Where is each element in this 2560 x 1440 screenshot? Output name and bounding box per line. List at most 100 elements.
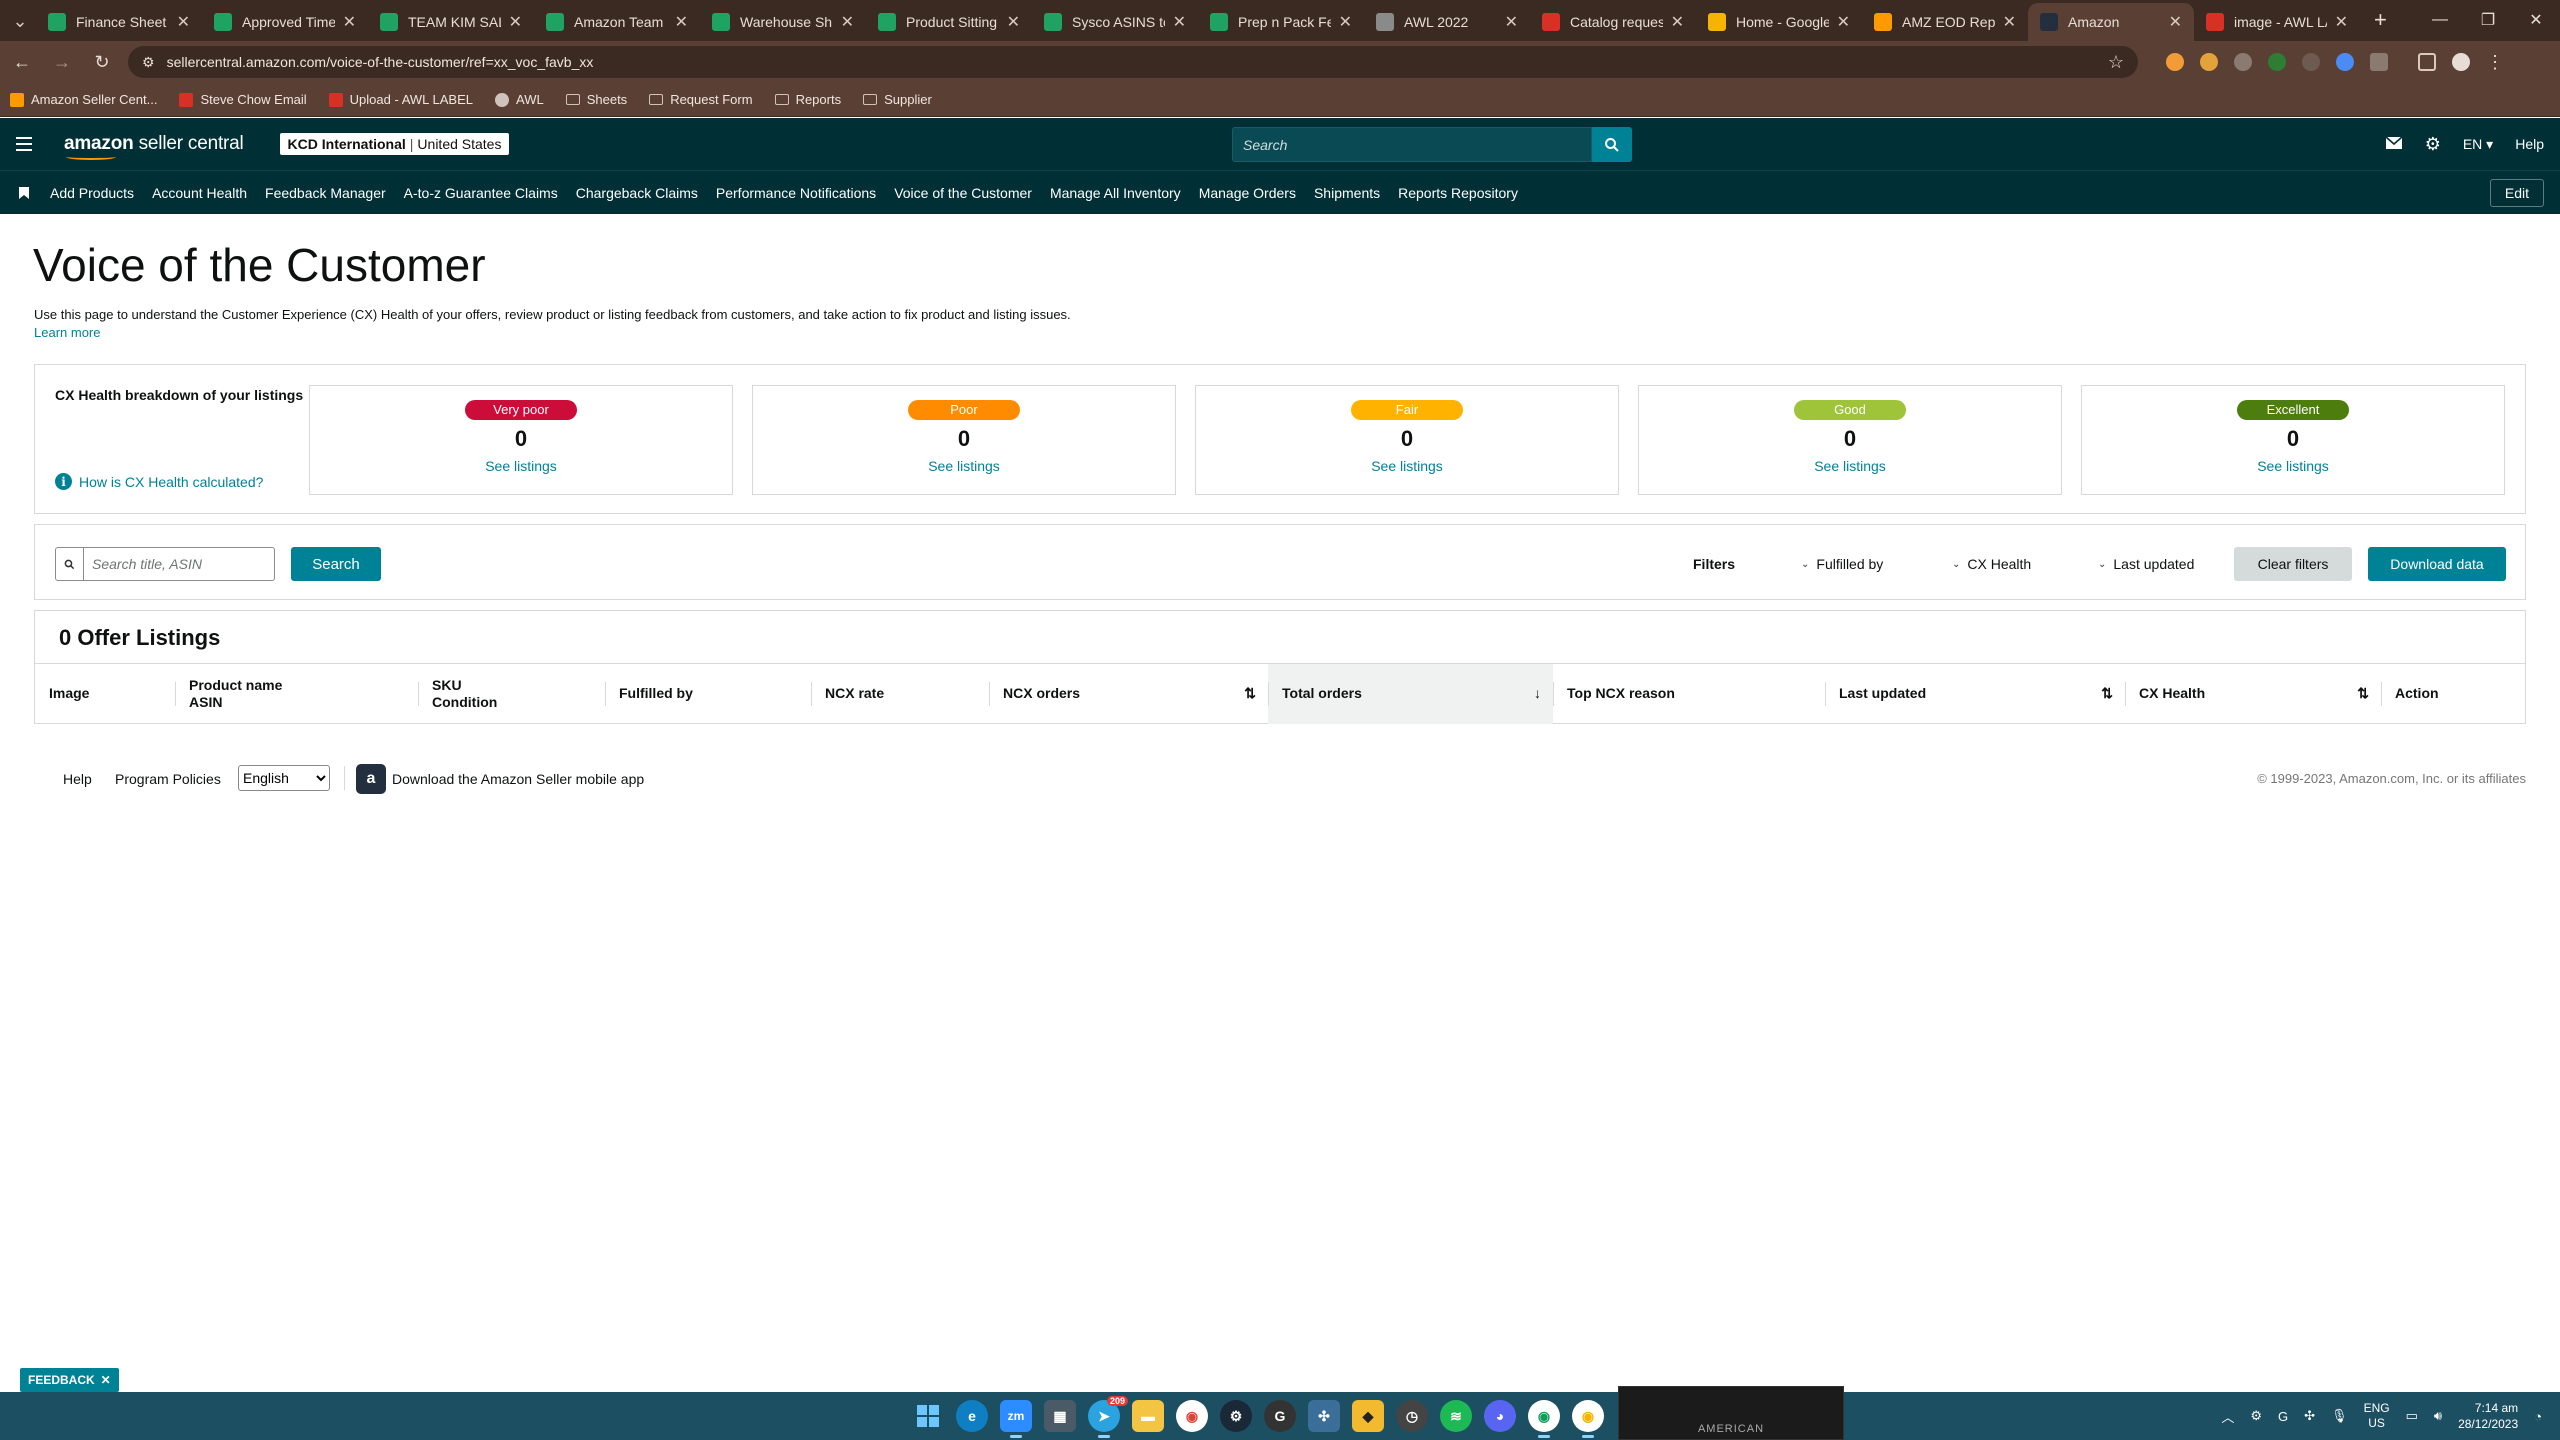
discord-icon[interactable]: ◕ xyxy=(1484,1400,1516,1432)
amazon-seller-central-logo[interactable]: amazon seller central xyxy=(64,133,244,160)
more-menu-icon[interactable]: ⋮ xyxy=(2486,52,2504,73)
close-tab-icon[interactable]: ✕ xyxy=(675,12,688,32)
download-data-button[interactable]: Download data xyxy=(2368,547,2506,581)
mail-icon[interactable] xyxy=(2385,135,2403,153)
close-window-icon[interactable]: ✕ xyxy=(2512,0,2560,40)
bookmark-item[interactable]: Amazon Seller Cent... xyxy=(10,92,157,107)
browser-tab[interactable]: Approved Time Sl ✕ xyxy=(202,3,368,41)
telegram-icon[interactable]: ➤ 209 xyxy=(1088,1396,1128,1438)
browser-tab[interactable]: Amazon ✕ xyxy=(2028,3,2194,41)
close-tab-icon[interactable]: ✕ xyxy=(2003,12,2016,32)
store-switcher[interactable]: KCD International | United States xyxy=(279,133,510,155)
nav-link[interactable]: Manage All Inventory xyxy=(1050,185,1181,201)
column-header[interactable]: CX Health ⇅ xyxy=(2125,664,2381,724)
close-tab-icon[interactable]: ✕ xyxy=(343,12,356,32)
edit-nav-button[interactable]: Edit xyxy=(2489,179,2544,207)
close-tab-icon[interactable]: ✕ xyxy=(1007,12,1020,32)
close-tab-icon[interactable]: ✕ xyxy=(1837,12,1850,32)
sort-icon[interactable]: ⇅ xyxy=(2357,685,2369,702)
close-tab-icon[interactable]: ✕ xyxy=(1173,12,1186,32)
nav-link[interactable]: Shipments xyxy=(1314,185,1380,201)
browser-tab[interactable]: Prep n Pack Fees ✕ xyxy=(1198,3,1364,41)
edge-icon[interactable]: e xyxy=(956,1400,988,1432)
footer-language-select[interactable]: English xyxy=(238,765,330,791)
browser-tab[interactable]: AMZ EOD Report ✕ xyxy=(1862,3,2028,41)
nav-link[interactable]: Performance Notifications xyxy=(716,185,876,201)
steam-icon[interactable]: ⚙ xyxy=(1220,1400,1252,1432)
see-listings-link[interactable]: See listings xyxy=(1639,458,2061,474)
close-tab-icon[interactable]: ✕ xyxy=(2335,12,2348,32)
reload-icon[interactable]: ↻ xyxy=(84,44,120,80)
forward-icon[interactable]: → xyxy=(44,44,80,80)
search-button[interactable]: Search xyxy=(291,547,381,581)
feedback-button[interactable]: FEEDBACK ✕ xyxy=(20,1368,119,1392)
back-icon[interactable]: ← xyxy=(4,44,40,80)
site-info-icon[interactable]: ⚙ xyxy=(142,54,155,71)
tray-app-icon[interactable]: G xyxy=(2278,1409,2288,1424)
nav-link[interactable]: Account Health xyxy=(152,185,247,201)
clock[interactable]: 7:14 am 28/12/2023 xyxy=(2458,1400,2518,1432)
bookmark-star-icon[interactable]: ☆ xyxy=(2108,52,2124,73)
nav-link[interactable]: Voice of the Customer xyxy=(894,185,1032,201)
file-explorer-icon[interactable]: ▬ xyxy=(1132,1400,1164,1432)
network-icon[interactable]: ▭ xyxy=(2406,1408,2418,1424)
profile-icon[interactable] xyxy=(2452,53,2470,71)
browser-tab[interactable]: Warehouse Shipp ✕ xyxy=(700,3,866,41)
extension-icon[interactable] xyxy=(2336,53,2354,71)
restore-icon[interactable]: ❐ xyxy=(2464,0,2512,40)
input-language[interactable]: ENG US xyxy=(2364,1401,2390,1431)
nav-link[interactable]: Chargeback Claims xyxy=(576,185,698,201)
search-icon[interactable] xyxy=(1592,127,1632,162)
sort-icon[interactable]: ⇅ xyxy=(1244,685,1256,702)
bookmark-item[interactable]: Steve Chow Email xyxy=(179,92,307,107)
browser-tab[interactable]: Catalog request ✕ xyxy=(1530,3,1696,41)
close-tab-icon[interactable]: ✕ xyxy=(177,12,190,32)
language-selector[interactable]: EN ▾ xyxy=(2463,136,2493,153)
listing-search-input[interactable] xyxy=(84,548,274,580)
hamburger-menu-icon[interactable] xyxy=(0,137,48,151)
zoom-icon[interactable]: zm xyxy=(1000,1400,1032,1438)
tab-search-icon[interactable]: ⌄ xyxy=(4,5,36,37)
chevron-up-icon[interactable]: ︿ xyxy=(2221,1407,2234,1426)
bookmark-item[interactable]: Sheets xyxy=(565,92,627,107)
see-listings-link[interactable]: See listings xyxy=(1196,458,1618,474)
see-listings-link[interactable]: See listings xyxy=(2082,458,2504,474)
side-panel-icon[interactable] xyxy=(2418,53,2436,71)
close-tab-icon[interactable]: ✕ xyxy=(1505,12,1518,32)
clear-filters-button[interactable]: Clear filters xyxy=(2234,547,2352,581)
extension-icon[interactable] xyxy=(2268,53,2286,71)
last-updated-dropdown[interactable]: ⌄ Last updated xyxy=(2098,556,2194,572)
browser-tab[interactable]: Amazon Team On ✕ xyxy=(534,3,700,41)
puzzle-icon[interactable] xyxy=(2370,53,2388,71)
fulfilled-by-dropdown[interactable]: ⌄ Fulfilled by xyxy=(1801,556,1883,572)
address-bar[interactable]: ⚙ sellercentral.amazon.com/voice-of-the-… xyxy=(128,46,2138,78)
column-header[interactable]: NCX orders ⇅ xyxy=(989,664,1268,724)
binance-icon[interactable]: ◆ xyxy=(1352,1400,1384,1432)
footer-help-link[interactable]: Help xyxy=(63,771,92,787)
bookmark-item[interactable]: Request Form xyxy=(649,92,753,107)
app-icon[interactable]: ✣ xyxy=(1308,1400,1340,1432)
column-header[interactable]: Last updated ⇅ xyxy=(1825,664,2125,724)
bookmark-item[interactable]: Supplier xyxy=(863,92,932,107)
see-listings-link[interactable]: See listings xyxy=(310,458,732,474)
nav-link[interactable]: Add Products xyxy=(50,185,134,201)
spotify-icon[interactable]: ≋ xyxy=(1440,1400,1472,1432)
bookmark-item[interactable]: AWL xyxy=(495,92,544,107)
minimize-icon[interactable]: — xyxy=(2416,0,2464,40)
cx-health-dropdown[interactable]: ⌄ CX Health xyxy=(1952,556,2031,572)
browser-tab[interactable]: Product Sitting fo ✕ xyxy=(866,3,1032,41)
clock-app-icon[interactable]: ◷ xyxy=(1396,1400,1428,1432)
close-icon[interactable]: ✕ xyxy=(101,1373,111,1387)
windows-start-icon[interactable] xyxy=(912,1400,944,1432)
header-search-input[interactable] xyxy=(1232,127,1592,162)
help-link[interactable]: Help xyxy=(2515,136,2544,152)
nav-link[interactable]: Manage Orders xyxy=(1199,185,1296,201)
bookmark-item[interactable]: Upload - AWL LABEL xyxy=(328,92,473,107)
extension-icon[interactable] xyxy=(2200,53,2218,71)
browser-tab[interactable]: image - AWL LAB ✕ xyxy=(2194,3,2360,41)
nav-link[interactable]: Reports Repository xyxy=(1398,185,1518,201)
chrome-icon[interactable]: ◉ xyxy=(1176,1400,1208,1432)
download-app-link[interactable]: Download the Amazon Seller mobile app xyxy=(392,771,644,787)
see-listings-link[interactable]: See listings xyxy=(753,458,1175,474)
bookmark-icon[interactable] xyxy=(0,186,48,199)
